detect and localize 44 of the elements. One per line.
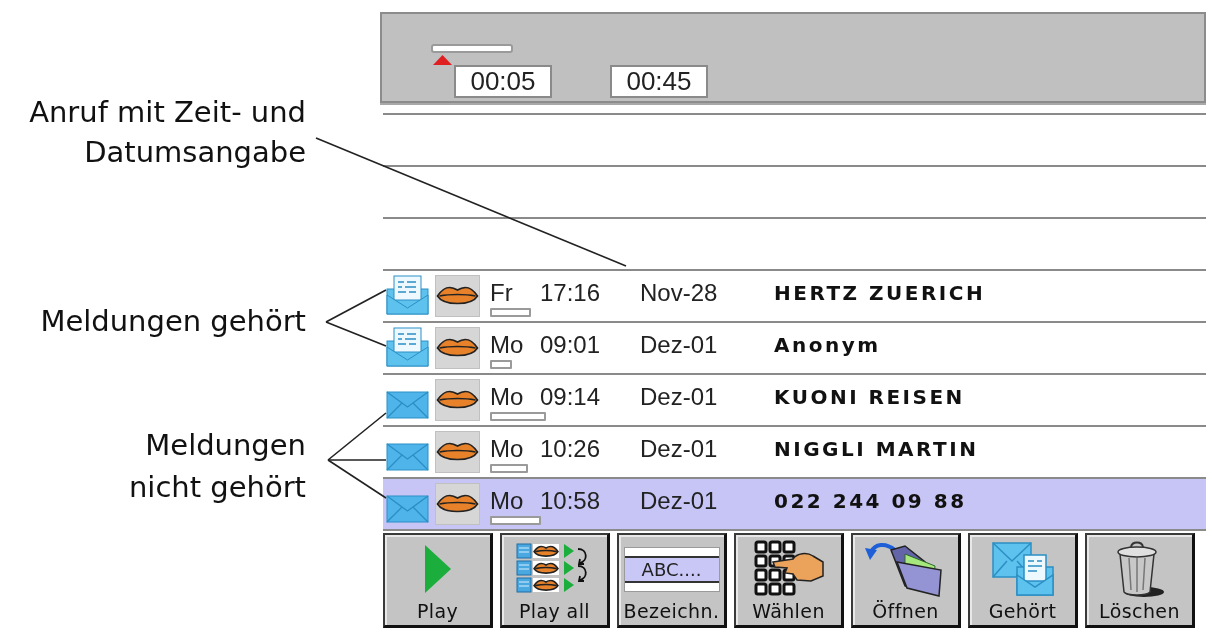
lips-icon [435, 379, 480, 421]
caller-name: 022 244 09 88 [774, 488, 967, 515]
label-sample: ABC.... [624, 547, 719, 591]
callout-text: Meldungen nicht gehört [128, 427, 306, 506]
message-date: Dez-01 [640, 435, 719, 463]
caller-name: NIGGLI MARTIN [774, 436, 979, 463]
message-time: 09:14 [540, 383, 602, 411]
elapsed-time: 00:05 [454, 65, 552, 98]
rename-button[interactable]: ABC.... Bezeichn. [617, 533, 727, 628]
caller-name: Anonym [774, 332, 881, 359]
message-date: Nov-28 [640, 279, 719, 307]
lips-icon [435, 327, 480, 369]
play-button[interactable]: Play [383, 533, 493, 628]
bracket-lines [325, 289, 387, 347]
delete-button[interactable]: Löschen [1085, 533, 1195, 628]
keypad-hand-icon [752, 540, 825, 598]
dial-button[interactable]: Wählen [734, 533, 844, 628]
message-date: Dez-01 [640, 487, 719, 515]
message-day: Fr [490, 279, 513, 307]
message-time: 10:58 [540, 487, 602, 515]
play-icon [424, 545, 451, 593]
message-date: Dez-01 [640, 331, 719, 359]
caller-name: HERTZ ZUERICH [774, 280, 986, 307]
play-all-button[interactable]: Play all [500, 533, 610, 628]
message-day: Mo [490, 331, 524, 359]
message-time: 10:26 [540, 435, 602, 463]
message-day: Mo [490, 487, 524, 515]
caller-name: KUONI REISEN [774, 384, 965, 411]
callout-text: Meldungen gehört [40, 303, 306, 340]
open-button[interactable]: Öffnen [851, 533, 961, 628]
envelope-letter-icon [990, 541, 1055, 597]
message-row[interactable]: Mo 10:58 Dez-01 022 244 09 88 [383, 477, 1206, 529]
callout-text: Anruf mit Zeit- und Datumsangabe [29, 94, 306, 171]
message-time: 09:01 [540, 331, 602, 359]
message-day: Mo [490, 383, 524, 411]
message-day: Mo [490, 435, 524, 463]
lips-icon [435, 483, 480, 525]
message-date: Dez-01 [640, 383, 719, 411]
message-time: 17:16 [540, 279, 602, 307]
lips-icon [435, 431, 480, 473]
lips-icon [435, 275, 480, 317]
mark-heard-button[interactable]: Gehört [968, 533, 1078, 628]
total-time: 00:45 [610, 65, 708, 98]
playhead-marker[interactable] [433, 55, 453, 65]
